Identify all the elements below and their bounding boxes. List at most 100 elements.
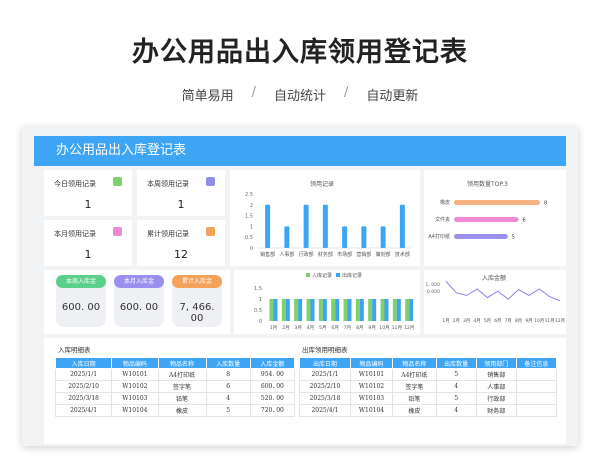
bar <box>269 299 274 321</box>
bar-label: A4打印纸 <box>428 233 450 240</box>
bar <box>454 200 540 205</box>
table-cell[interactable]: 2025/2/10 <box>54 380 113 393</box>
table-cell[interactable]: 5 <box>205 404 251 417</box>
table-row: 2025/1/1 W10101 A4打印纸 5 销售部 <box>299 368 558 381</box>
amount-value: 600. 00 <box>119 302 159 313</box>
x-tick-label: 8月 <box>356 325 364 331</box>
x-tick-label: 2月 <box>282 325 290 331</box>
y-tick-label: 1.5 <box>245 214 253 220</box>
inbound-table-title: 入库明细表 <box>58 346 91 354</box>
table-cell[interactable]: 4 <box>435 380 477 393</box>
outbound-table: 出库日期 物品编码 物品名称 出库数量 领用部门 备注信息 2025/1/1 W10101 A4… <box>299 357 558 417</box>
bar <box>399 204 405 248</box>
amount-label: 累计入库金 <box>172 275 222 288</box>
column-header: 物品编码 <box>111 357 159 369</box>
table-cell[interactable]: W10102 <box>349 380 394 393</box>
table-cell[interactable]: A4打印纸 <box>157 368 207 381</box>
x-tick-label: 9月 <box>368 325 376 331</box>
table-cell[interactable]: 2025/4/1 <box>54 404 113 417</box>
table-cell[interactable]: 橡皮 <box>392 404 437 417</box>
calendar-icon <box>113 177 122 186</box>
table-cell[interactable]: 600. 00 <box>249 380 296 393</box>
document-icon <box>206 177 215 186</box>
column-header: 领用部门 <box>475 357 517 369</box>
table-cell[interactable] <box>515 380 558 393</box>
table-cell[interactable]: 520. 00 <box>249 392 296 405</box>
amount-summary-card: 本周入库金 600. 00 本月入库金 600. 00 累计入库金 7, 466… <box>44 270 230 334</box>
table-cell[interactable]: W10104 <box>349 404 394 417</box>
department-bar-chart: 0 0.5 1 1.5 2 2.5 销售部 人事部 行政部 财务部 市场部 营销部 策划部 技术部 <box>245 192 412 258</box>
table-cell[interactable]: 销售部 <box>475 368 517 381</box>
bar <box>361 226 367 248</box>
y-tick-label: 0.000 <box>427 289 440 295</box>
kpi-label: 本周领用记录 <box>147 180 189 188</box>
x-tick-label: 营销部 <box>356 251 371 258</box>
table-cell[interactable]: 5 <box>435 392 477 405</box>
amount-line-card: 入库金额 1, 000 0.000 1月 2月 3月 4月 5月 6月 7月 8月 9月 10月 11月… <box>424 270 566 334</box>
tables-card: 入库明细表 入库日期 物品编码 物品名称 入库数量 入库金额 2025/1/1 W10101… <box>44 338 566 444</box>
table-cell[interactable]: W10101 <box>111 368 159 381</box>
clock-icon <box>113 227 122 236</box>
table-cell[interactable]: 4 <box>205 392 251 405</box>
table-cell[interactable]: W10101 <box>349 368 394 381</box>
table-cell[interactable]: 财务部 <box>475 404 517 417</box>
table-cell[interactable]: 人事部 <box>475 380 517 393</box>
amount-pill-month: 本月入库金 600. 00 <box>114 275 164 327</box>
table-row: 2025/2/10 W10102 签字笔 6 600. 00 <box>54 380 296 393</box>
amount-value: 7, 466. 00 <box>179 302 215 324</box>
table-cell[interactable]: 铅笔 <box>392 392 437 405</box>
x-tick-label: 7月 <box>505 318 512 324</box>
table-cell[interactable]: 6 <box>205 380 251 393</box>
x-tick-label: 12月 <box>404 325 414 331</box>
x-tick-label: 行政部 <box>299 251 314 258</box>
table-header-row: 出库日期 物品编码 物品名称 出库数量 领用部门 备注信息 <box>299 357 558 369</box>
legend-label: 入库记录 <box>312 272 332 279</box>
monthly-records-card: 入库记录 出库记录 0 0.5 1 1.5 1月 2月 3月 4月 5月 6月 7月 8月 9月 10月 11月… <box>234 270 420 334</box>
table-cell[interactable] <box>515 404 558 417</box>
column-header: 入库日期 <box>54 357 113 369</box>
kpi-value: 1 <box>177 198 185 211</box>
data-label: 6 <box>523 218 526 224</box>
table-cell[interactable]: A4打印纸 <box>392 368 437 381</box>
table-cell[interactable]: 954. 00 <box>249 368 296 381</box>
department-chart-card: 领用记录 0 0.5 1 1.5 2 2.5 销售部 人事部 行政部 财务部 市场部 营销部 策划部 技术… <box>230 170 420 266</box>
table-cell[interactable]: 2025/1/1 <box>54 368 113 381</box>
kpi-value: 12 <box>174 248 188 261</box>
table-cell[interactable]: 2025/3/18 <box>299 392 351 405</box>
table-cell[interactable]: 2025/4/1 <box>299 404 351 417</box>
table-cell[interactable]: W10102 <box>111 380 159 393</box>
amount-pill-total: 累计入库金 7, 466. 00 <box>172 275 222 327</box>
table-cell[interactable]: 4 <box>435 404 477 417</box>
table-cell[interactable]: 铅笔 <box>157 392 207 405</box>
table-cell[interactable]: 2025/3/18 <box>54 392 113 405</box>
table-cell[interactable]: 720. 00 <box>249 404 296 417</box>
bar <box>392 299 397 321</box>
legend-swatch <box>336 273 340 277</box>
y-tick-label: 1 <box>259 297 262 303</box>
table-cell[interactable]: 2025/2/10 <box>299 380 351 393</box>
x-tick-label: 10月 <box>379 325 389 331</box>
table-cell[interactable]: 行政部 <box>475 392 517 405</box>
column-header: 出库数量 <box>435 357 477 369</box>
bar <box>294 299 299 321</box>
table-cell[interactable]: 8 <box>205 368 251 381</box>
table-cell[interactable]: 2025/1/1 <box>299 368 351 381</box>
hero-tag: 自动统计 <box>273 89 326 104</box>
table-cell[interactable]: 橡皮 <box>157 404 207 417</box>
amount-value: 600. 00 <box>61 302 101 313</box>
table-cell[interactable]: 5 <box>435 368 477 381</box>
table-cell[interactable]: W10103 <box>349 392 394 405</box>
table-cell[interactable] <box>515 392 558 405</box>
column-header: 入库金额 <box>249 357 296 369</box>
table-cell[interactable]: 签字笔 <box>157 380 207 393</box>
x-tick-label: 10月 <box>534 318 544 324</box>
amount-pill-week: 本周入库金 600. 00 <box>56 275 106 327</box>
table-cell[interactable]: 签字笔 <box>392 380 437 393</box>
bar <box>310 299 315 321</box>
table-cell[interactable] <box>515 368 558 381</box>
table-row: 2025/1/1 W10101 A4打印纸 8 954. 00 <box>54 368 296 381</box>
table-cell[interactable]: W10103 <box>111 392 159 405</box>
hero-tag: 简单易用 <box>181 89 234 104</box>
table-cell[interactable]: W10104 <box>111 404 159 417</box>
x-tick-label: 8月 <box>515 318 522 324</box>
